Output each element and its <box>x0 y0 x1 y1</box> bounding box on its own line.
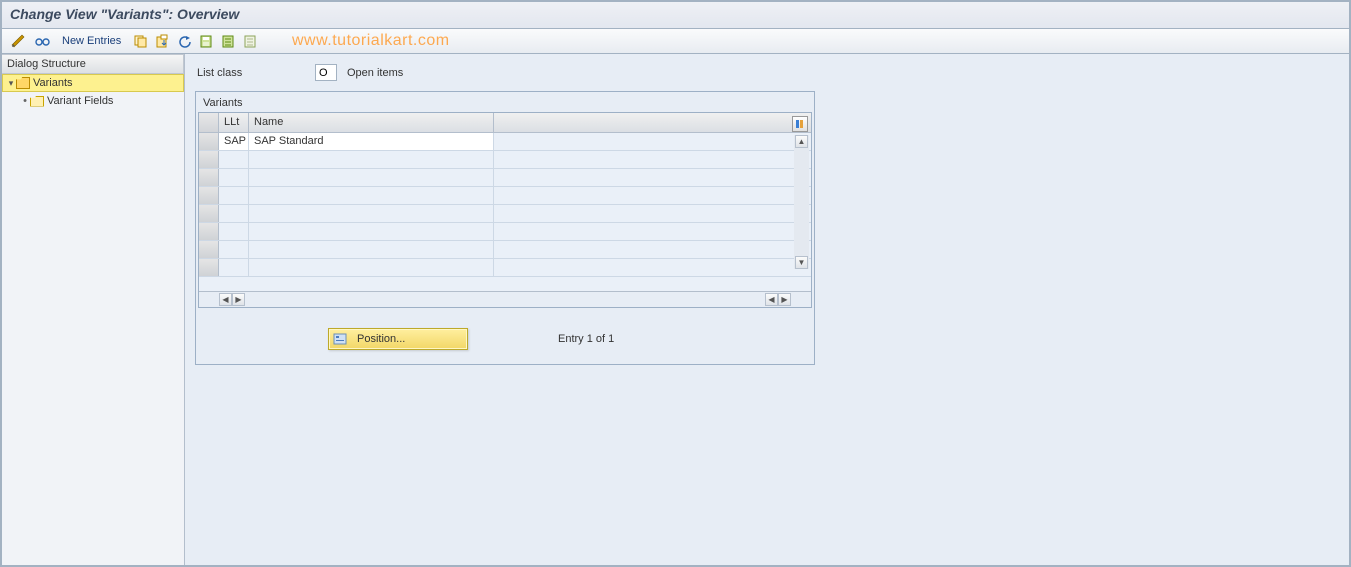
tree-bullet-icon: • <box>20 95 30 107</box>
cell-name[interactable] <box>249 241 494 258</box>
table-row-empty[interactable] <box>199 169 811 187</box>
scroll-left-step-icon[interactable]: ◀ <box>765 293 778 306</box>
table-row-empty[interactable] <box>199 223 811 241</box>
tree-node-label: Variants <box>33 77 73 89</box>
page-title: Change View "Variants": Overview <box>2 2 1349 29</box>
new-entries-button[interactable]: New Entries <box>56 32 127 50</box>
watermark-text: www.tutorialkart.com <box>292 32 450 50</box>
copy-icon[interactable] <box>131 32 149 50</box>
vertical-scrollbar[interactable]: ▲ ▼ <box>794 135 809 269</box>
position-button-label: Position... <box>357 333 405 345</box>
cell-llt[interactable]: SAP <box>219 133 249 150</box>
paste-icon[interactable] <box>153 32 171 50</box>
row-selector[interactable] <box>199 205 219 222</box>
table-row-empty[interactable] <box>199 205 811 223</box>
position-icon <box>333 332 347 346</box>
table-row-empty[interactable] <box>199 187 811 205</box>
variants-groupbox: Variants LLt Name SAPSAP Standard <box>195 91 815 365</box>
row-selector[interactable] <box>199 259 219 276</box>
cell-llt[interactable] <box>219 259 249 276</box>
row-selector[interactable] <box>199 169 219 186</box>
cell-name[interactable]: SAP Standard <box>249 133 494 150</box>
scroll-down-icon[interactable]: ▼ <box>795 256 808 269</box>
deselect-all-icon[interactable] <box>241 32 259 50</box>
dialog-structure-panel: Dialog Structure ▾ Variants • Variant Fi… <box>2 54 185 565</box>
scroll-right-step-icon[interactable]: ▶ <box>232 293 245 306</box>
scroll-right-icon[interactable]: ▶ <box>778 293 791 306</box>
cell-name[interactable] <box>249 169 494 186</box>
tree-expand-icon[interactable]: ▾ <box>6 78 16 89</box>
scroll-up-icon[interactable]: ▲ <box>795 135 808 148</box>
table-header: LLt Name <box>199 113 811 133</box>
folder-closed-icon <box>30 96 44 107</box>
table-row[interactable]: SAPSAP Standard <box>199 133 811 151</box>
row-selector[interactable] <box>199 223 219 240</box>
variants-title: Variants <box>198 94 812 112</box>
cell-name[interactable] <box>249 187 494 204</box>
cell-llt[interactable] <box>219 187 249 204</box>
variants-table: LLt Name SAPSAP Standard ▲ ▼ <box>198 112 812 308</box>
cell-llt[interactable] <box>219 241 249 258</box>
cell-name[interactable] <box>249 205 494 222</box>
list-class-description: Open items <box>347 67 403 79</box>
list-class-label: List class <box>195 67 305 79</box>
tree-node-label: Variant Fields <box>47 95 113 107</box>
tree-node-variants[interactable]: ▾ Variants <box>2 74 184 92</box>
row-selector[interactable] <box>199 241 219 258</box>
position-button[interactable]: Position... <box>328 328 468 350</box>
application-toolbar: New Entries www.tutorialkart.com <box>2 29 1349 54</box>
cell-llt[interactable] <box>219 169 249 186</box>
scroll-left-icon[interactable]: ◀ <box>219 293 232 306</box>
table-row-empty[interactable] <box>199 151 811 169</box>
cell-name[interactable] <box>249 151 494 168</box>
glasses-icon[interactable] <box>32 32 52 50</box>
main-content: List class Open items Variants LLt Name <box>185 54 1349 565</box>
entry-counter: Entry 1 of 1 <box>558 333 614 345</box>
list-class-row: List class Open items <box>195 60 1339 91</box>
cell-name[interactable] <box>249 223 494 240</box>
row-selector[interactable] <box>199 187 219 204</box>
horizontal-scrollbar[interactable]: ◀ ▶ ◀ ▶ <box>199 291 811 307</box>
cell-llt[interactable] <box>219 151 249 168</box>
dialog-structure-tree: ▾ Variants • Variant Fields <box>2 74 184 565</box>
row-selector[interactable] <box>199 151 219 168</box>
row-selector[interactable] <box>199 133 219 150</box>
select-all-icon[interactable] <box>219 32 237 50</box>
folder-open-icon <box>16 77 30 89</box>
tree-node-variant-fields[interactable]: • Variant Fields <box>2 92 184 110</box>
table-row-empty[interactable] <box>199 259 811 277</box>
cell-llt[interactable] <box>219 205 249 222</box>
table-settings-icon[interactable] <box>792 116 808 132</box>
dialog-structure-header: Dialog Structure <box>2 54 184 74</box>
row-selector-header[interactable] <box>199 113 219 132</box>
table-row-empty[interactable] <box>199 241 811 259</box>
col-header-name[interactable]: Name <box>249 113 494 132</box>
undo-icon[interactable] <box>175 32 193 50</box>
col-header-llt[interactable]: LLt <box>219 113 249 132</box>
save-variant-icon[interactable] <box>197 32 215 50</box>
pencil-check-icon[interactable] <box>8 32 28 50</box>
cell-llt[interactable] <box>219 223 249 240</box>
cell-name[interactable] <box>249 259 494 276</box>
list-class-input[interactable] <box>315 64 337 81</box>
